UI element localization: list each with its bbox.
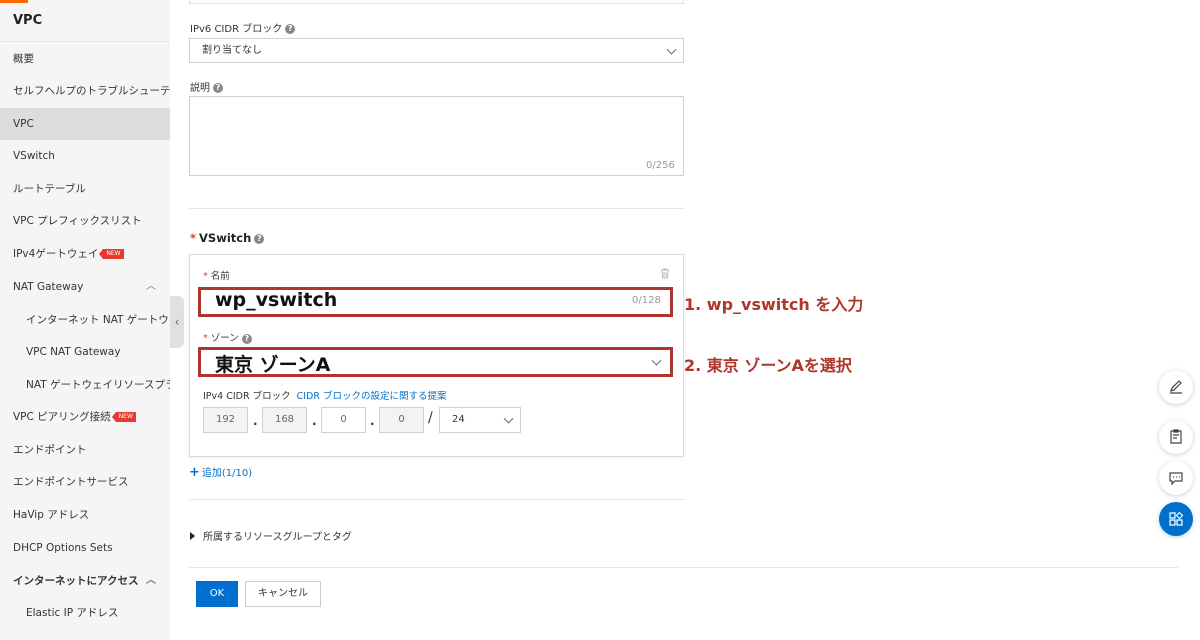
sidebar-item-label: NAT Gateway [13, 281, 84, 293]
sidebar-item-label: HaVip アドレス [13, 509, 90, 521]
plus-icon: + [189, 465, 200, 480]
new-badge: NEW [99, 249, 124, 259]
description-textarea[interactable] [189, 96, 684, 176]
ipv6-label: IPv6 CIDR ブロック? [190, 20, 296, 35]
sidebar-item-vswitch[interactable]: VSwitch [0, 140, 170, 172]
ip-separator: . [253, 414, 258, 428]
ip-separator: . [312, 414, 317, 428]
help-icon[interactable]: ? [213, 83, 223, 93]
sidebar-item-label: セルフヘルプのトラブルシューティング [13, 85, 170, 97]
sidebar-item-havip[interactable]: HaVip アドレス [0, 499, 170, 531]
ipv4-cidr-label: IPv4 CIDR ブロック CIDR ブロックの設定に関する提案 [203, 391, 447, 402]
add-vswitch-link[interactable]: + 追加(1/10) [189, 464, 252, 480]
cancel-button[interactable]: キャンセル [245, 581, 321, 607]
annotation-step-2: 2. 東京 ゾーンAを選択 [684, 356, 852, 375]
netmask-select[interactable]: 24 [439, 407, 521, 433]
help-icon[interactable]: ? [254, 233, 265, 244]
sidebar-item-vpc[interactable]: VPC [0, 108, 170, 140]
chevron-down-icon [666, 44, 677, 55]
brand-accent [0, 0, 28, 3]
sidebar-item-prefix-list[interactable]: VPC プレフィックスリスト [0, 205, 170, 237]
sidebar-item-endpoint-service[interactable]: エンドポイントサービス [0, 466, 170, 498]
caret-right-icon [190, 532, 195, 540]
divider [189, 208, 684, 209]
sidebar-item-internet-access[interactable]: インターネットにアクセス ︿ [0, 565, 170, 597]
divider [189, 499, 684, 500]
sidebar-item-label: Elastic IP アドレス [26, 607, 119, 619]
name-input-value: wp_vswitch [215, 289, 338, 311]
cidr-slash: / [428, 410, 433, 426]
chevron-down-icon [651, 355, 662, 366]
annotation-step-1: 1. wp_vswitch を入力 [684, 295, 864, 314]
feedback-tool-button[interactable] [1159, 461, 1193, 495]
sidebar-item-label: エンドポイントサービス [13, 476, 129, 488]
sidebar: VPC 概要 セルフヘルプのトラブルシューティング VPC VSwitch ルー… [0, 0, 170, 640]
sidebar-item-label: 概要 [13, 53, 34, 65]
resource-group-toggle[interactable]: 所属するリソースグループとタグ [190, 528, 352, 543]
netmask-value: 24 [452, 414, 465, 425]
vswitch-heading: * VSwitch? [190, 231, 265, 245]
cidr-suggestion-link[interactable]: CIDR ブロックの設定に関する提案 [297, 391, 447, 402]
description-counter: 0/256 [646, 160, 675, 171]
sidebar-item-troubleshooting[interactable]: セルフヘルプのトラブルシューティング [0, 75, 170, 107]
ip-octet-2: 168 [262, 407, 307, 433]
help-icon[interactable]: ? [241, 333, 252, 344]
sidebar-item-label: ルートテーブル [13, 183, 86, 195]
ip-octet-4: 0 [379, 407, 424, 433]
sidebar-collapse-toggle[interactable]: ‹ [170, 296, 184, 348]
sidebar-item-label: NAT ゲートウェイリソースプラン [26, 379, 170, 391]
apps-grid-icon [1169, 511, 1184, 526]
edit-tool-button[interactable] [1159, 370, 1193, 404]
sidebar-item-nat-gateway[interactable]: NAT Gateway ︿ [0, 271, 170, 303]
chevron-up-icon: ︿ [146, 575, 156, 586]
previous-field-edge [189, 0, 684, 4]
sidebar-item-vpc-peering[interactable]: VPC ピアリング接続 NEW [0, 401, 170, 433]
sidebar-item-label: IPv4ゲートウェイ [13, 248, 99, 260]
help-icon[interactable]: ? [285, 24, 296, 34]
sidebar-item-eip[interactable]: Elastic IP アドレス [0, 597, 170, 629]
description-label: 説明? [190, 79, 223, 94]
chat-icon [1169, 472, 1183, 486]
sidebar-item-label: インターネットにアクセス [13, 575, 139, 587]
trash-icon[interactable] [660, 268, 670, 279]
sidebar-title: VPC [0, 0, 170, 42]
footer-divider [189, 567, 1178, 568]
zone-label: * ゾーン? [203, 330, 252, 344]
ip-separator: . [370, 414, 375, 428]
new-badge: NEW [111, 412, 136, 422]
sidebar-item-overview[interactable]: 概要 [0, 43, 170, 75]
chevron-down-icon [503, 413, 514, 424]
name-label: * 名前 [203, 271, 230, 282]
chevron-up-icon: ︿ [146, 281, 156, 292]
sidebar-item-nat-plan[interactable]: NAT ゲートウェイリソースプラン [0, 369, 170, 401]
sidebar-item-endpoint[interactable]: エンドポイント [0, 434, 170, 466]
sidebar-item-label: VPC NAT Gateway [26, 346, 121, 358]
sidebar-item-internet-nat[interactable]: インターネット NAT ゲートウェイ [0, 304, 170, 336]
zone-select-value: 東京 ゾーンA [215, 354, 331, 376]
sidebar-item-route-table[interactable]: ルートテーブル [0, 173, 170, 205]
sidebar-item-label: VPC ピアリング接続 [13, 411, 111, 423]
sidebar-item-label: VPC [13, 118, 34, 130]
ok-button[interactable]: OK [196, 581, 238, 607]
sidebar-item-label: エンドポイント [13, 444, 87, 456]
sidebar-item-label: インターネット NAT ゲートウェイ [26, 314, 170, 326]
ipv6-select-value: 割り当てなし [202, 45, 262, 56]
sidebar-item-dhcp[interactable]: DHCP Options Sets [0, 532, 170, 564]
apps-tool-button[interactable] [1159, 502, 1193, 536]
sidebar-item-label: DHCP Options Sets [13, 542, 113, 554]
name-counter: 0/128 [632, 295, 661, 306]
pencil-icon [1170, 380, 1182, 394]
ipv6-select[interactable]: 割り当てなし [189, 38, 684, 63]
sidebar-item-label: VPC プレフィックスリスト [13, 215, 142, 227]
sidebar-item-vpc-nat[interactable]: VPC NAT Gateway [0, 336, 170, 368]
ip-octet-1: 192 [203, 407, 248, 433]
ip-octet-3-input[interactable]: 0 [321, 407, 366, 433]
sidebar-item-label: VSwitch [13, 150, 55, 162]
sidebar-item-ipv4-gateway[interactable]: IPv4ゲートウェイ NEW [0, 238, 170, 270]
notes-tool-button[interactable] [1159, 420, 1193, 454]
clipboard-edit-icon [1170, 429, 1182, 444]
